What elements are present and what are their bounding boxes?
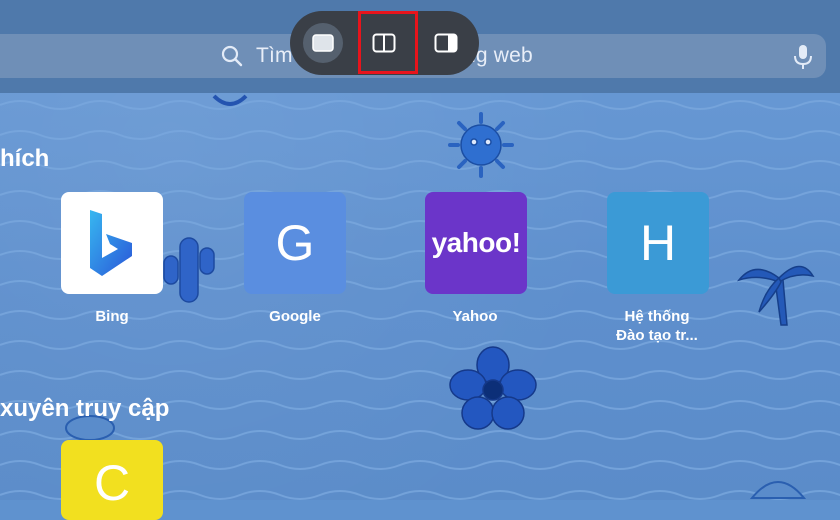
google-label: Google	[269, 308, 321, 325]
frequently-visited-title: xuyên truy cập	[0, 395, 170, 422]
address-bar-placeholder: Tìm	[256, 44, 293, 67]
he-thong-label-line2: Đào tạo tr...	[616, 327, 698, 344]
he-thong-tile[interactable]: H	[607, 192, 709, 294]
full-screen-button[interactable]	[303, 23, 343, 63]
shell-sticker-2-icon	[749, 481, 807, 499]
he-thong-label-line1: Hệ thống	[624, 308, 690, 325]
frequent-site-glyph: C	[93, 455, 131, 511]
sun-sticker-icon	[448, 112, 514, 178]
favorites-title: hích	[0, 145, 50, 172]
bing-logo-icon	[90, 210, 132, 276]
he-thong-tile-glyph: H	[639, 215, 677, 271]
search-icon	[221, 45, 243, 67]
flower-sticker-icon	[449, 346, 537, 430]
yahoo-label: Yahoo	[452, 308, 498, 325]
side-panel-button[interactable]	[426, 23, 466, 63]
microphone-icon[interactable]	[792, 43, 814, 71]
split-view-highlight-box	[358, 11, 418, 74]
google-tile-glyph: G	[275, 215, 315, 271]
palm-tree-sticker-icon	[736, 265, 815, 326]
yahoo-tile-glyph: yahoo!	[431, 227, 521, 258]
side-panel-icon	[434, 33, 458, 53]
bing-label: Bing	[95, 308, 129, 325]
full-screen-icon	[312, 34, 334, 52]
cactus-sticker-icon	[163, 237, 215, 303]
google-tile[interactable]: G	[244, 192, 346, 294]
frequent-site-tile[interactable]: C	[61, 440, 163, 520]
yahoo-tile[interactable]: yahoo!	[425, 192, 527, 294]
shell-sticker-icon	[212, 94, 248, 106]
bing-tile[interactable]	[61, 192, 163, 294]
